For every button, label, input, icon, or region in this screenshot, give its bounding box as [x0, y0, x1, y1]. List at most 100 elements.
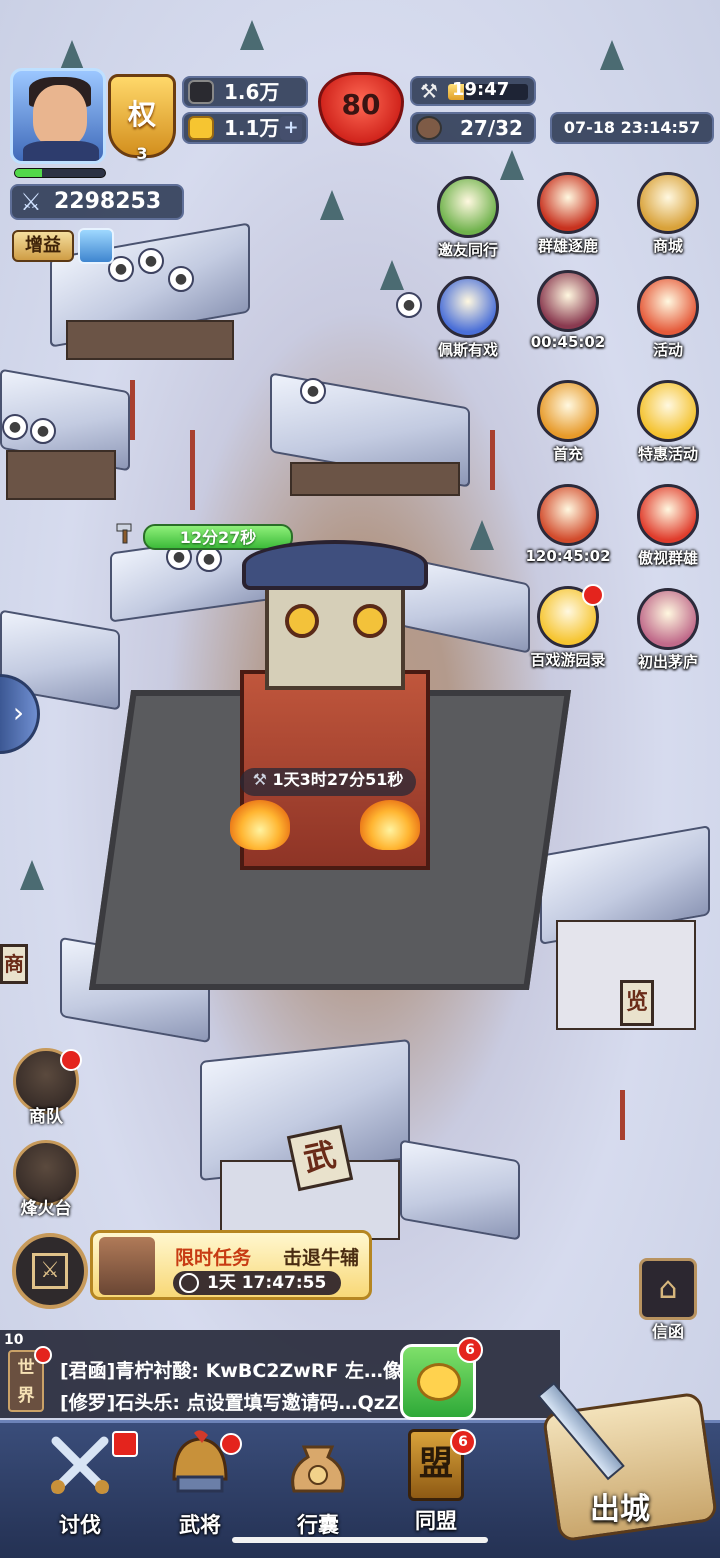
exp-fill — [15, 169, 42, 177]
house-wall — [290, 462, 460, 496]
nav-generals[interactable]: 武将 — [150, 1429, 250, 1539]
activity-shop[interactable]: 商城 — [618, 172, 718, 256]
quest-general-portrait — [99, 1237, 155, 1295]
shop-sign: 商 — [0, 944, 28, 984]
activity-label: 佩斯有戏 — [437, 341, 498, 359]
tree — [380, 260, 404, 290]
clock-icon — [179, 1273, 199, 1293]
collect-bubble[interactable]: ● — [138, 248, 164, 274]
banner-pole — [620, 1090, 625, 1140]
tree — [600, 40, 624, 70]
alliance-chat-button[interactable]: 6 — [400, 1337, 483, 1420]
notification-dot — [582, 584, 604, 606]
activity-gold-ingot[interactable]: 特惠活动 — [618, 380, 718, 464]
home-indicator[interactable] — [232, 1537, 488, 1543]
nav-bag[interactable]: 行囊 — [268, 1429, 368, 1539]
stamina-heart[interactable]: 80 — [318, 72, 404, 146]
opera-mask-icon — [537, 484, 599, 546]
activity-label: 百戏游园录 — [530, 651, 606, 669]
copper-value: 1.6万 — [224, 80, 280, 104]
sword-flag-icon — [637, 484, 699, 546]
copper-icon — [188, 80, 214, 104]
activity-heroine-portrait[interactable]: 00:45:02 — [518, 270, 618, 351]
copper-resource[interactable]: 1.6万 — [182, 76, 308, 108]
alliance-badge: 6 — [450, 1429, 476, 1455]
depart-button[interactable]: 出城 — [520, 1372, 720, 1558]
avatar-body — [23, 141, 99, 161]
build-queue[interactable]: ⚒ 19:47 — [410, 76, 536, 106]
hero-portrait-icon — [537, 380, 599, 442]
tower-roof — [242, 540, 428, 590]
buff-button[interactable]: 增益 — [12, 230, 74, 262]
limited-quest-card[interactable]: 限时任务 击退牛辅 1天 17:47:55 — [90, 1230, 372, 1300]
activity-elder-portrait[interactable]: 佩斯有戏 — [418, 276, 518, 360]
banner-pole — [490, 430, 495, 490]
avatar-face — [33, 85, 87, 147]
notification-dot — [220, 1433, 242, 1455]
activity-banner[interactable]: 群雄逐鹿 — [518, 172, 618, 256]
caravan-button[interactable]: 商队 — [10, 1048, 82, 1127]
banner-pole — [130, 380, 135, 440]
nav-campaign[interactable]: 讨伐 — [30, 1429, 138, 1539]
activity-number-two[interactable]: 百戏游园录 — [518, 584, 618, 670]
activity-label: 群雄逐鹿 — [537, 237, 598, 255]
activity-opera-mask[interactable]: 120:45:02 — [518, 484, 618, 565]
collect-bubble[interactable]: ● — [168, 266, 194, 292]
map-scroll-icon: ⚔ — [32, 1253, 68, 1289]
mail-button[interactable]: ⌂ 信函 — [632, 1258, 704, 1341]
add-gold-icon[interactable]: + — [280, 116, 302, 140]
collect-bubble[interactable]: ● — [30, 418, 56, 444]
house-roof[interactable] — [400, 1139, 520, 1241]
tree — [60, 40, 84, 70]
nav-alliance[interactable]: 盟 6 同盟 — [386, 1429, 486, 1535]
troop-value: 27/32 — [460, 116, 523, 140]
activity-sword-flag[interactable]: 傲视群雄 — [618, 484, 718, 568]
notification-dot — [60, 1049, 82, 1071]
activity-label: 傲视群雄 — [637, 549, 698, 567]
beacon-label: 烽火台 — [20, 1199, 72, 1219]
build-timer: 19:47 — [452, 79, 510, 100]
friend-icon — [437, 176, 499, 238]
exp-bar — [14, 168, 106, 178]
beacon-button[interactable]: 烽火台 — [10, 1140, 82, 1219]
main-building-timer[interactable]: ⚒ 1天3时27分51秒 — [240, 768, 416, 796]
fire-effect — [360, 800, 420, 850]
quest-timer-text: 1天 17:47:55 — [207, 1273, 327, 1293]
activity-label: 商城 — [652, 237, 683, 255]
gold-resource[interactable]: 1.1万 + — [182, 112, 308, 144]
tools-icon: ⚒ — [420, 79, 438, 103]
banner-pole — [190, 430, 195, 510]
main-building[interactable] — [70, 540, 590, 1010]
quest-title: 限时任务 — [175, 1247, 252, 1269]
food-bubble[interactable]: ● — [300, 378, 326, 404]
hammer-icon — [116, 523, 132, 544]
rank-badge[interactable]: 权 3 — [108, 74, 176, 163]
tower-upper — [265, 580, 405, 690]
activity-drum[interactable]: 活动 — [618, 276, 718, 360]
activity-label: 活动 — [652, 341, 683, 359]
house-wall — [6, 450, 116, 500]
campaign-button[interactable]: ⚔ — [12, 1233, 88, 1309]
tree — [320, 190, 344, 220]
activity-maiden-portrait[interactable]: 初出茅庐 — [618, 588, 718, 672]
banner-icon — [537, 172, 599, 234]
side-building-sign: 览 — [620, 980, 654, 1026]
quest-timer: 1天 17:47:55 — [173, 1271, 341, 1295]
activity-label: 初出茅庐 — [637, 653, 698, 671]
troop-count[interactable]: 27/32 — [410, 112, 536, 144]
rank-glyph: 权 — [127, 98, 156, 131]
tree — [240, 20, 264, 50]
player-avatar[interactable] — [10, 68, 106, 164]
combat-power[interactable]: ⚔ 2298253 — [10, 184, 184, 220]
stamina-value: 80 — [341, 88, 381, 121]
tower-window — [285, 604, 319, 638]
maiden-portrait-icon — [637, 588, 699, 650]
activity-friend[interactable]: 邀友同行 — [418, 176, 518, 260]
rank-level: 3 — [136, 144, 148, 163]
collect-bubble[interactable]: ● — [2, 414, 28, 440]
active-buff-icon[interactable] — [78, 228, 114, 264]
gold-ingot-icon — [637, 380, 699, 442]
activity-hero-portrait[interactable]: 首充 — [518, 380, 618, 464]
activity-label: 120:45:02 — [525, 547, 611, 565]
shop-icon — [637, 172, 699, 234]
